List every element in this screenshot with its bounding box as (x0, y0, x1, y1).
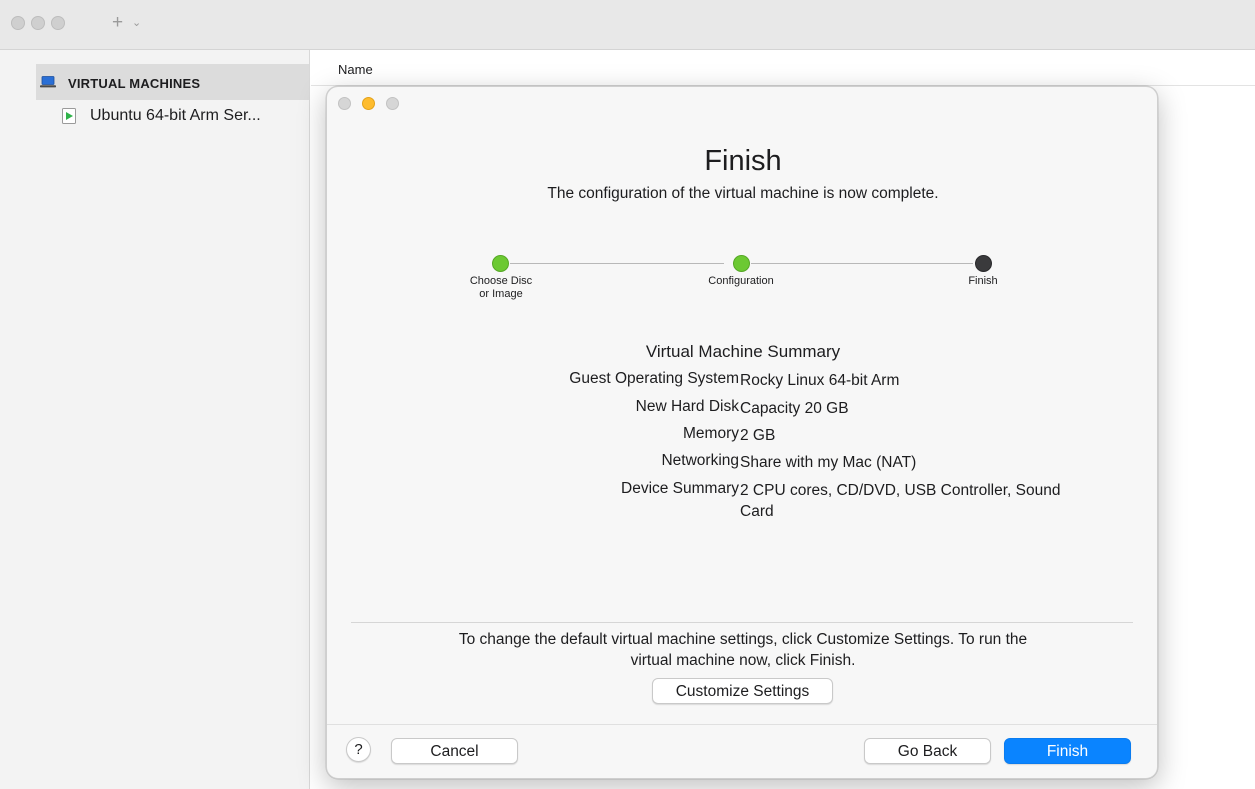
summary-value: 2 GB (740, 427, 776, 444)
summary-key: Device Summary (621, 480, 739, 497)
summary-value: Capacity 20 GB (740, 400, 849, 417)
summary-value: Rocky Linux 64-bit Arm (740, 372, 900, 389)
summary-key: Guest Operating System (569, 370, 739, 387)
step-dot-complete (492, 255, 509, 272)
window-titlebar: + ⌄ (0, 0, 1255, 50)
summary-key: New Hard Disk (635, 398, 739, 415)
summary-row: New Hard Disk Capacity 20 GB (327, 398, 1157, 422)
summary-row: Device Summary 2 CPU cores, CD/DVD, USB … (327, 480, 1157, 520)
cancel-button[interactable]: Cancel (391, 738, 518, 764)
dialog-minimize-button[interactable] (362, 97, 375, 110)
divider (351, 622, 1133, 623)
minimize-window-button[interactable] (31, 16, 45, 30)
zoom-window-button[interactable] (51, 16, 65, 30)
summary-row: Memory 2 GB (327, 425, 1157, 449)
step-connector (751, 263, 973, 264)
go-back-button[interactable]: Go Back (864, 738, 991, 764)
column-header-name: Name (338, 62, 373, 77)
summary-title: Virtual Machine Summary (645, 342, 841, 361)
sidebar-item-ubuntu-vm[interactable]: Ubuntu 64-bit Arm Ser... (62, 106, 302, 130)
new-vm-assistant-dialog: Finish The configuration of the virtual … (326, 86, 1158, 779)
add-vm-button[interactable]: + (112, 12, 123, 34)
dialog-close-button[interactable] (338, 97, 351, 110)
finish-button[interactable]: Finish (1004, 738, 1131, 764)
summary-value: 2 CPU cores, CD/DVD, USB Controller, Sou… (740, 482, 1061, 520)
dialog-title: Finish (704, 145, 782, 177)
summary-key: Memory (683, 425, 739, 442)
step-dot-current (975, 255, 992, 272)
sidebar: VIRTUAL MACHINES Ubuntu 64-bit Arm Ser..… (0, 50, 310, 789)
summary-key: Networking (661, 452, 739, 469)
dialog-subtitle: The configuration of the virtual machine… (547, 185, 939, 202)
footer-divider (327, 724, 1157, 725)
customize-settings-button[interactable]: Customize Settings (652, 678, 833, 704)
customize-hint-text: To change the default virtual machine se… (458, 631, 1028, 669)
step-label-finish: Finish (968, 275, 998, 287)
summary-row: Networking Share with my Mac (NAT) (327, 452, 1157, 476)
chevron-down-icon[interactable]: ⌄ (132, 16, 141, 29)
close-window-button[interactable] (11, 16, 25, 30)
summary-value: Share with my Mac (NAT) (740, 454, 917, 471)
step-dot-complete (733, 255, 750, 272)
sidebar-item-label: Ubuntu 64-bit Arm Ser... (90, 107, 261, 124)
dialog-zoom-button[interactable] (386, 97, 399, 110)
help-button[interactable]: ? (346, 737, 371, 762)
step-label-choose-disc: Choose Disc or Image (469, 275, 533, 300)
summary-row: Guest Operating System Rocky Linux 64-bi… (327, 370, 1157, 394)
column-header[interactable]: Name (311, 50, 1255, 86)
sidebar-section-virtual-machines[interactable]: VIRTUAL MACHINES (36, 64, 309, 100)
step-connector (510, 263, 724, 264)
vm-running-icon (62, 108, 76, 124)
step-label-configuration: Configuration (708, 275, 774, 287)
sidebar-section-label: VIRTUAL MACHINES (68, 76, 201, 91)
laptop-icon (40, 76, 56, 88)
